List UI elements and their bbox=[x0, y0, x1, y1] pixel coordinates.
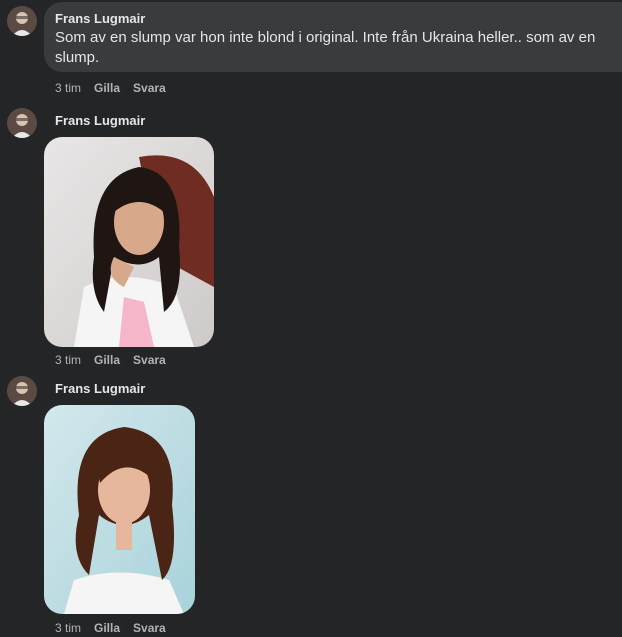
like-button[interactable]: Gilla bbox=[94, 81, 120, 95]
reply-button[interactable]: Svara bbox=[133, 353, 166, 367]
comment-meta: 3 tim Gilla Svara bbox=[55, 81, 166, 95]
comment-author[interactable]: Frans Lugmair bbox=[55, 113, 145, 129]
reply-button[interactable]: Svara bbox=[133, 621, 166, 635]
avatar[interactable] bbox=[7, 108, 37, 138]
comment-author[interactable]: Frans Lugmair bbox=[55, 381, 145, 397]
comment-time[interactable]: 3 tim bbox=[55, 621, 81, 635]
comment-thread: Frans Lugmair Som av en slump var hon in… bbox=[0, 0, 622, 637]
like-button[interactable]: Gilla bbox=[94, 353, 120, 367]
comment-author[interactable]: Frans Lugmair bbox=[55, 11, 145, 27]
avatar[interactable] bbox=[7, 6, 37, 36]
comment-photo[interactable] bbox=[44, 137, 214, 347]
comment-time[interactable]: 3 tim bbox=[55, 81, 81, 95]
avatar[interactable] bbox=[7, 376, 37, 406]
reply-button[interactable]: Svara bbox=[133, 81, 166, 95]
comment-time[interactable]: 3 tim bbox=[55, 353, 81, 367]
comment-photo[interactable] bbox=[44, 405, 195, 614]
comment-text: Som av en slump var hon inte blond i ori… bbox=[55, 29, 596, 66]
comment-meta: 3 tim Gilla Svara bbox=[55, 621, 166, 635]
comment-meta: 3 tim Gilla Svara bbox=[55, 353, 166, 367]
like-button[interactable]: Gilla bbox=[94, 621, 120, 635]
